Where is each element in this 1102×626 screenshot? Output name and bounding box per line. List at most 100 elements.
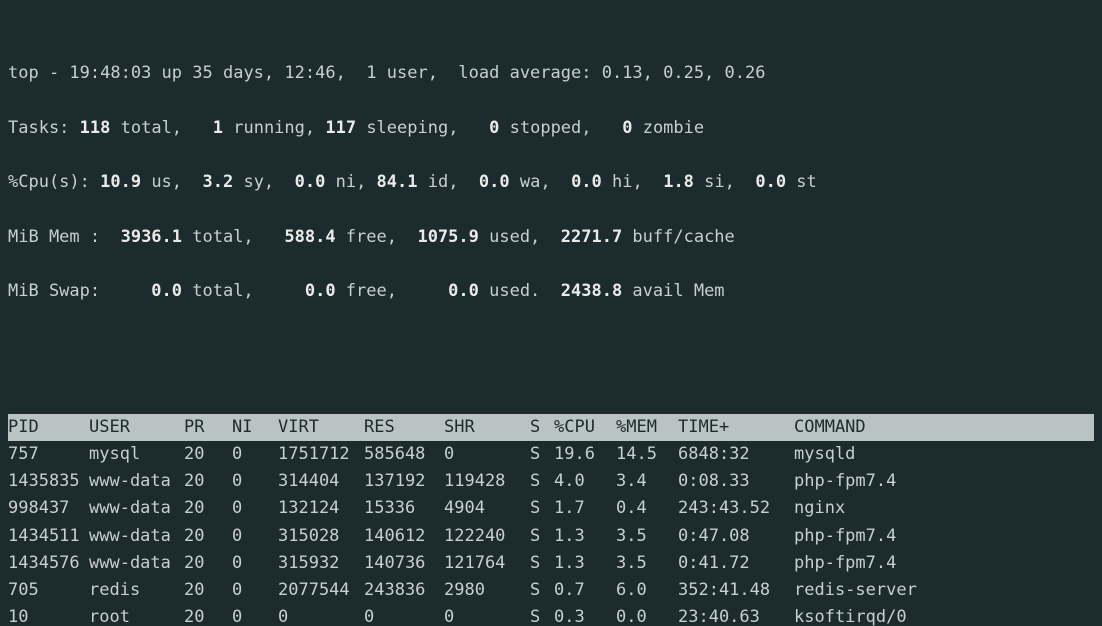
cell-user: www-data: [83, 550, 184, 577]
col-virt: VIRT: [278, 414, 364, 441]
cell-mem: 14.5: [616, 441, 678, 468]
cell-mem: 3.4: [616, 468, 678, 495]
cell-s: S: [524, 550, 554, 577]
cell-virt: 2077544: [278, 577, 364, 604]
cell-cpu: 4.0: [554, 468, 616, 495]
col-shr: SHR: [444, 414, 524, 441]
col-mem: %MEM: [616, 414, 678, 441]
col-cpu: %CPU: [554, 414, 616, 441]
cell-shr: 119428: [444, 468, 524, 495]
cell-res: 140612: [364, 523, 444, 550]
cell-s: S: [524, 495, 554, 522]
cell-pr: 20: [184, 523, 232, 550]
cell-pr: 20: [184, 604, 232, 626]
cell-virt: 132124: [278, 495, 364, 522]
cell-res: 137192: [364, 468, 444, 495]
cell-ni: 0: [232, 441, 278, 468]
cell-pid: 1435835: [8, 468, 83, 495]
cell-time: 0:08.33: [678, 468, 788, 495]
cell-virt: 315932: [278, 550, 364, 577]
cell-pr: 20: [184, 468, 232, 495]
cell-cmd: php-fpm7.4: [788, 550, 1094, 577]
cell-cpu: 0.7: [554, 577, 616, 604]
cell-user: redis: [83, 577, 184, 604]
cell-cpu: 19.6: [554, 441, 616, 468]
cell-s: S: [524, 468, 554, 495]
process-row: 1435835www-data200314404137192119428S4.0…: [8, 468, 1094, 495]
cell-pr: 20: [184, 495, 232, 522]
cell-mem: 3.5: [616, 523, 678, 550]
cell-user: mysql: [83, 441, 184, 468]
cell-ni: 0: [232, 523, 278, 550]
cell-res: 585648: [364, 441, 444, 468]
col-ni: NI: [232, 414, 278, 441]
terminal[interactable]: top - 19:48:03 up 35 days, 12:46, 1 user…: [0, 0, 1102, 626]
cell-cpu: 1.7: [554, 495, 616, 522]
cell-pid: 1434576: [8, 550, 83, 577]
cell-shr: 0: [444, 604, 524, 626]
cell-virt: 0: [278, 604, 364, 626]
cell-res: 15336: [364, 495, 444, 522]
cell-s: S: [524, 441, 554, 468]
cell-shr: 4904: [444, 495, 524, 522]
cell-res: 0: [364, 604, 444, 626]
col-res: RES: [364, 414, 444, 441]
col-s: S: [524, 414, 554, 441]
cell-cmd: mysqld: [788, 441, 1094, 468]
cell-time: 0:41.72: [678, 550, 788, 577]
cell-shr: 121764: [444, 550, 524, 577]
cell-res: 140736: [364, 550, 444, 577]
cell-virt: 1751712: [278, 441, 364, 468]
cell-shr: 2980: [444, 577, 524, 604]
cell-cmd: ksoftirqd/0: [788, 604, 1094, 626]
cell-ni: 0: [232, 604, 278, 626]
col-pr: PR: [184, 414, 232, 441]
cell-virt: 314404: [278, 468, 364, 495]
cell-cmd: php-fpm7.4: [788, 523, 1094, 550]
cell-cmd: nginx: [788, 495, 1094, 522]
cell-shr: 0: [444, 441, 524, 468]
cell-cpu: 0.3: [554, 604, 616, 626]
cell-s: S: [524, 523, 554, 550]
cell-user: root: [83, 604, 184, 626]
cell-mem: 3.5: [616, 550, 678, 577]
cell-shr: 122240: [444, 523, 524, 550]
cell-res: 243836: [364, 577, 444, 604]
summary-line-swap: MiB Swap: 0.0 total, 0.0 free, 0.0 used.…: [8, 278, 1094, 305]
cell-pr: 20: [184, 550, 232, 577]
cell-cpu: 1.3: [554, 550, 616, 577]
cell-cpu: 1.3: [554, 523, 616, 550]
cell-pid: 998437: [8, 495, 83, 522]
cell-cmd: redis-server: [788, 577, 1094, 604]
summary-line-1: top - 19:48:03 up 35 days, 12:46, 1 user…: [8, 60, 1094, 87]
cell-time: 243:43.52: [678, 495, 788, 522]
process-row: 757mysql20017517125856480S19.614.56848:3…: [8, 441, 1094, 468]
cell-mem: 0.0: [616, 604, 678, 626]
cell-pid: 705: [8, 577, 83, 604]
blank-line: [8, 332, 1094, 359]
cell-time: 0:47.08: [678, 523, 788, 550]
cell-s: S: [524, 604, 554, 626]
process-row: 998437www-data200132124153364904S1.70.42…: [8, 495, 1094, 522]
col-pid: PID: [8, 414, 83, 441]
process-table-header: PID USER PR NI VIRT RES SHR S %CPU %MEM …: [8, 414, 1094, 441]
process-row: 705redis20020775442438362980S0.76.0352:4…: [8, 577, 1094, 604]
cell-mem: 0.4: [616, 495, 678, 522]
cell-ni: 0: [232, 577, 278, 604]
summary-line-mem: MiB Mem : 3936.1 total, 588.4 free, 1075…: [8, 224, 1094, 251]
cell-pr: 20: [184, 577, 232, 604]
process-row: 1434576www-data200315932140736121764S1.3…: [8, 550, 1094, 577]
cell-user: www-data: [83, 523, 184, 550]
process-row: 10root200000S0.30.023:40.63ksoftirqd/0: [8, 604, 1094, 626]
cell-virt: 315028: [278, 523, 364, 550]
cell-pr: 20: [184, 441, 232, 468]
summary-line-tasks: Tasks: 118 total, 1 running, 117 sleepin…: [8, 115, 1094, 142]
col-user: USER: [83, 414, 184, 441]
cell-pid: 757: [8, 441, 83, 468]
cell-time: 6848:32: [678, 441, 788, 468]
col-cmd: COMMAND: [788, 414, 1094, 441]
cell-ni: 0: [232, 468, 278, 495]
cell-ni: 0: [232, 550, 278, 577]
cell-user: www-data: [83, 468, 184, 495]
cell-time: 352:41.48: [678, 577, 788, 604]
